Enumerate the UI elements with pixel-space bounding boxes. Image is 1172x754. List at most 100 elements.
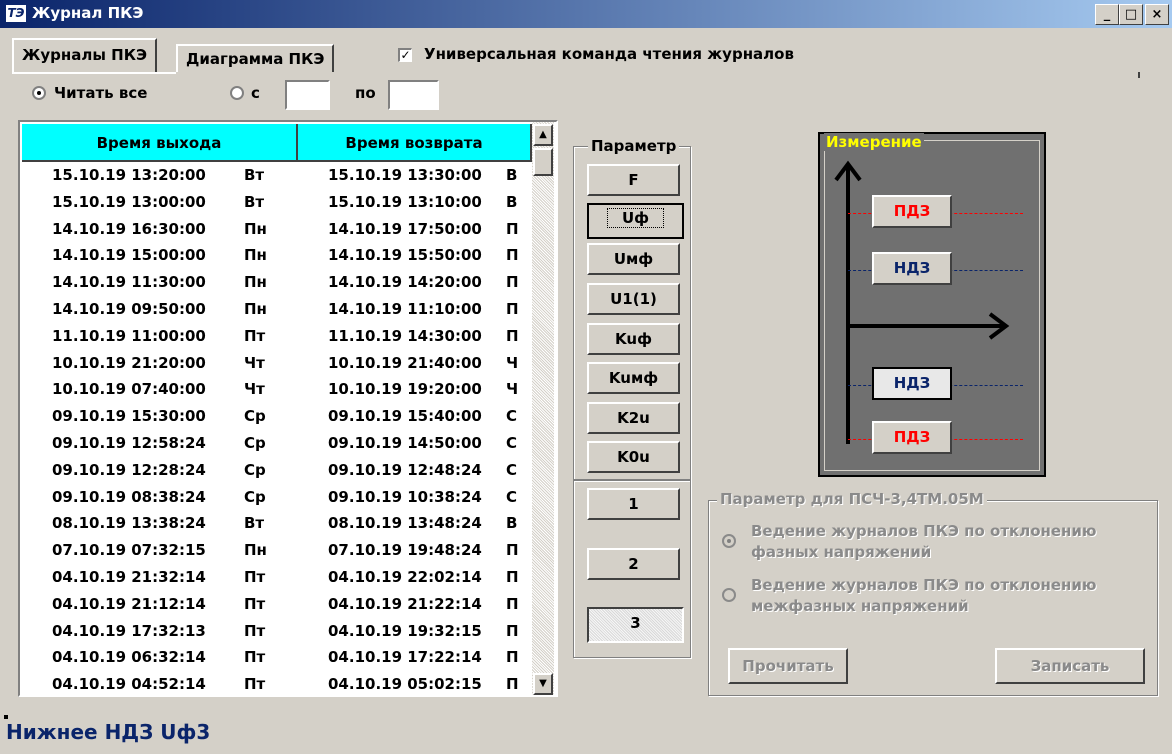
exit-day-cell: Ср xyxy=(244,434,266,452)
return-day-cell: Ч xyxy=(506,353,519,372)
return-day-cell: С xyxy=(506,407,518,426)
return-day-cell: П xyxy=(506,594,519,613)
table-row[interactable]: 15.10.19 13:00:00 Вт 15.10.19 13:10:00 В xyxy=(22,189,532,215)
write-button[interactable]: Записать xyxy=(995,648,1145,684)
option-phase-label: Ведение журналов ПКЭ по отклонению фазны… xyxy=(751,521,1097,563)
scroll-thumb[interactable] xyxy=(533,148,553,176)
exit-time-cell: 15.10.19 13:00:00 xyxy=(52,192,206,211)
close-button[interactable]: × xyxy=(1145,4,1169,25)
return-day-cell: С xyxy=(506,460,518,479)
return-time-cell: 04.10.19 17:22:14 xyxy=(328,648,482,667)
return-time-cell: 04.10.19 05:02:15 xyxy=(328,675,482,694)
param-button-umf[interactable]: Uмф xyxy=(587,243,680,275)
exit-day-cell: Чт xyxy=(244,380,265,399)
read-all-radio[interactable] xyxy=(32,86,46,100)
exit-time-cell: 14.10.19 09:50:00 xyxy=(52,300,206,318)
table-row[interactable]: 14.10.19 16:30:00 Пн 14.10.19 17:50:00 П xyxy=(22,216,532,242)
table-row[interactable]: 14.10.19 11:30:00 Пн 14.10.19 14:20:00 П xyxy=(22,269,532,295)
exit-time-cell: 08.10.19 13:38:24 xyxy=(52,514,206,533)
table-row[interactable]: 10.10.19 21:20:00 Чт 10.10.19 21:40:00 Ч xyxy=(22,350,532,376)
exit-day-cell: Ср xyxy=(244,460,266,479)
exit-day-cell: Пн xyxy=(244,273,267,292)
parameter-title: Параметр xyxy=(588,137,680,155)
return-day-cell: С xyxy=(506,434,518,452)
table-row[interactable]: 14.10.19 15:00:00 Пн 14.10.19 15:50:00 П xyxy=(22,242,532,268)
option-phase-radio[interactable] xyxy=(722,534,736,548)
table-row[interactable]: 09.10.19 08:38:24 Ср 09.10.19 10:38:24 С xyxy=(22,484,532,510)
return-time-cell: 14.10.19 17:50:00 xyxy=(328,219,482,238)
exit-time-cell: 14.10.19 15:00:00 xyxy=(52,246,206,265)
return-day-cell: П xyxy=(506,541,519,560)
lower-pdz-button[interactable]: ПДЗ xyxy=(872,421,952,454)
window-title: Журнал ПКЭ xyxy=(32,4,144,22)
upper-ndz-button[interactable]: НДЗ xyxy=(872,252,952,285)
vertical-scrollbar[interactable]: ▲ ▼ xyxy=(532,122,554,695)
scroll-up-button[interactable]: ▲ xyxy=(533,124,553,146)
param-button-uf[interactable]: Uф xyxy=(587,203,684,239)
phase-button-2[interactable]: 2 xyxy=(587,548,680,580)
table-row[interactable]: 09.10.19 12:28:24 Ср 09.10.19 12:48:24 С xyxy=(22,457,532,483)
universal-command-checkbox[interactable]: ✓ xyxy=(398,48,412,62)
exit-day-cell: Пн xyxy=(244,219,267,238)
phase-button-3[interactable]: 3 xyxy=(587,607,684,643)
column-header-return-time[interactable]: Время возврата xyxy=(298,124,532,162)
param-button-k2u[interactable]: K2u xyxy=(587,402,680,434)
exit-time-cell: 04.10.19 06:32:14 xyxy=(52,648,206,667)
app-icon: ТЭ xyxy=(6,5,26,22)
scroll-down-button[interactable]: ▼ xyxy=(533,673,553,695)
table-row[interactable]: 04.10.19 21:32:14 Пт 04.10.19 22:02:14 П xyxy=(22,564,532,590)
journal-table[interactable]: Время выхода Время возврата 15.10.19 13:… xyxy=(18,120,558,697)
exit-day-cell: Пт xyxy=(244,648,266,667)
column-header-exit-time[interactable]: Время выхода xyxy=(22,124,298,162)
to-label: по xyxy=(355,84,376,102)
table-row[interactable]: 11.10.19 11:00:00 Пт 11.10.19 14:30:00 П xyxy=(22,323,532,349)
exit-time-cell: 09.10.19 12:28:24 xyxy=(52,460,206,479)
upper-pdz-button[interactable]: ПДЗ xyxy=(872,195,952,228)
lower-ndz-button[interactable]: НДЗ xyxy=(872,367,952,400)
param-button-k0u[interactable]: K0u xyxy=(587,441,680,473)
table-row[interactable]: 15.10.19 13:20:00 Вт 15.10.19 13:30:00 В xyxy=(22,162,532,188)
param-button-kuf[interactable]: Kuф xyxy=(587,323,680,355)
exit-day-cell: Вт xyxy=(244,192,265,211)
return-time-cell: 15.10.19 13:30:00 xyxy=(328,166,482,184)
tab-diagram[interactable]: Диаграмма ПКЭ xyxy=(176,44,335,72)
to-field[interactable] xyxy=(388,80,439,110)
table-row[interactable]: 10.10.19 07:40:00 Чт 10.10.19 19:20:00 Ч xyxy=(22,376,532,402)
option-interphase-radio[interactable] xyxy=(722,588,736,602)
read-button[interactable]: Прочитать xyxy=(728,648,848,684)
maximize-button[interactable]: □ xyxy=(1119,4,1143,25)
table-row[interactable]: 04.10.19 21:12:14 Пт 04.10.19 21:22:14 П xyxy=(22,591,532,617)
from-label: с xyxy=(251,84,260,102)
return-time-cell: 15.10.19 13:10:00 xyxy=(328,192,482,211)
exit-time-cell: 04.10.19 21:12:14 xyxy=(52,594,206,613)
table-row[interactable]: 08.10.19 13:38:24 Вт 08.10.19 13:48:24 В xyxy=(22,510,532,536)
exit-day-cell: Пт xyxy=(244,568,266,586)
table-row[interactable]: 04.10.19 17:32:13 Пт 04.10.19 19:32:15 П xyxy=(22,618,532,644)
status-marker xyxy=(4,715,8,719)
minimize-button[interactable]: _ xyxy=(1095,4,1119,25)
exit-day-cell: Пт xyxy=(244,621,266,640)
return-day-cell: В xyxy=(506,514,518,533)
tab-panel-corner xyxy=(1138,72,1140,78)
param-button-f[interactable]: F xyxy=(587,164,680,196)
param-button-u1[interactable]: U1(1) xyxy=(587,283,680,315)
table-row[interactable]: 14.10.19 09:50:00 Пн 14.10.19 11:10:00 П xyxy=(22,296,532,322)
from-field[interactable] xyxy=(285,80,330,110)
table-row[interactable]: 09.10.19 15:30:00 Ср 09.10.19 15:40:00 С xyxy=(22,403,532,429)
exit-time-cell: 09.10.19 08:38:24 xyxy=(52,487,206,506)
param-button-kumf[interactable]: Kuмф xyxy=(587,362,680,394)
table-row[interactable]: 04.10.19 04:52:14 Пт 04.10.19 05:02:15 П xyxy=(22,671,532,695)
phase-button-1[interactable]: 1 xyxy=(587,488,680,520)
read-from-radio[interactable] xyxy=(230,86,244,100)
return-time-cell: 14.10.19 15:50:00 xyxy=(328,246,482,265)
return-day-cell: П xyxy=(506,675,519,694)
table-row[interactable]: 04.10.19 06:32:14 Пт 04.10.19 17:22:14 П xyxy=(22,644,532,670)
tab-journals[interactable]: Журналы ПКЭ xyxy=(12,38,157,72)
status-text: Нижнее НДЗ Uф3 xyxy=(6,720,211,744)
title-bar[interactable]: ТЭ Журнал ПКЭ _ □ × xyxy=(0,0,1172,28)
exit-time-cell: 15.10.19 13:20:00 xyxy=(52,166,206,184)
exit-time-cell: 09.10.19 12:58:24 xyxy=(52,434,206,452)
table-row[interactable]: 07.10.19 07:32:15 Пн 07.10.19 19:48:24 П xyxy=(22,537,532,563)
table-row[interactable]: 09.10.19 12:58:24 Ср 09.10.19 14:50:00 С xyxy=(22,430,532,456)
return-day-cell: В xyxy=(506,192,518,211)
